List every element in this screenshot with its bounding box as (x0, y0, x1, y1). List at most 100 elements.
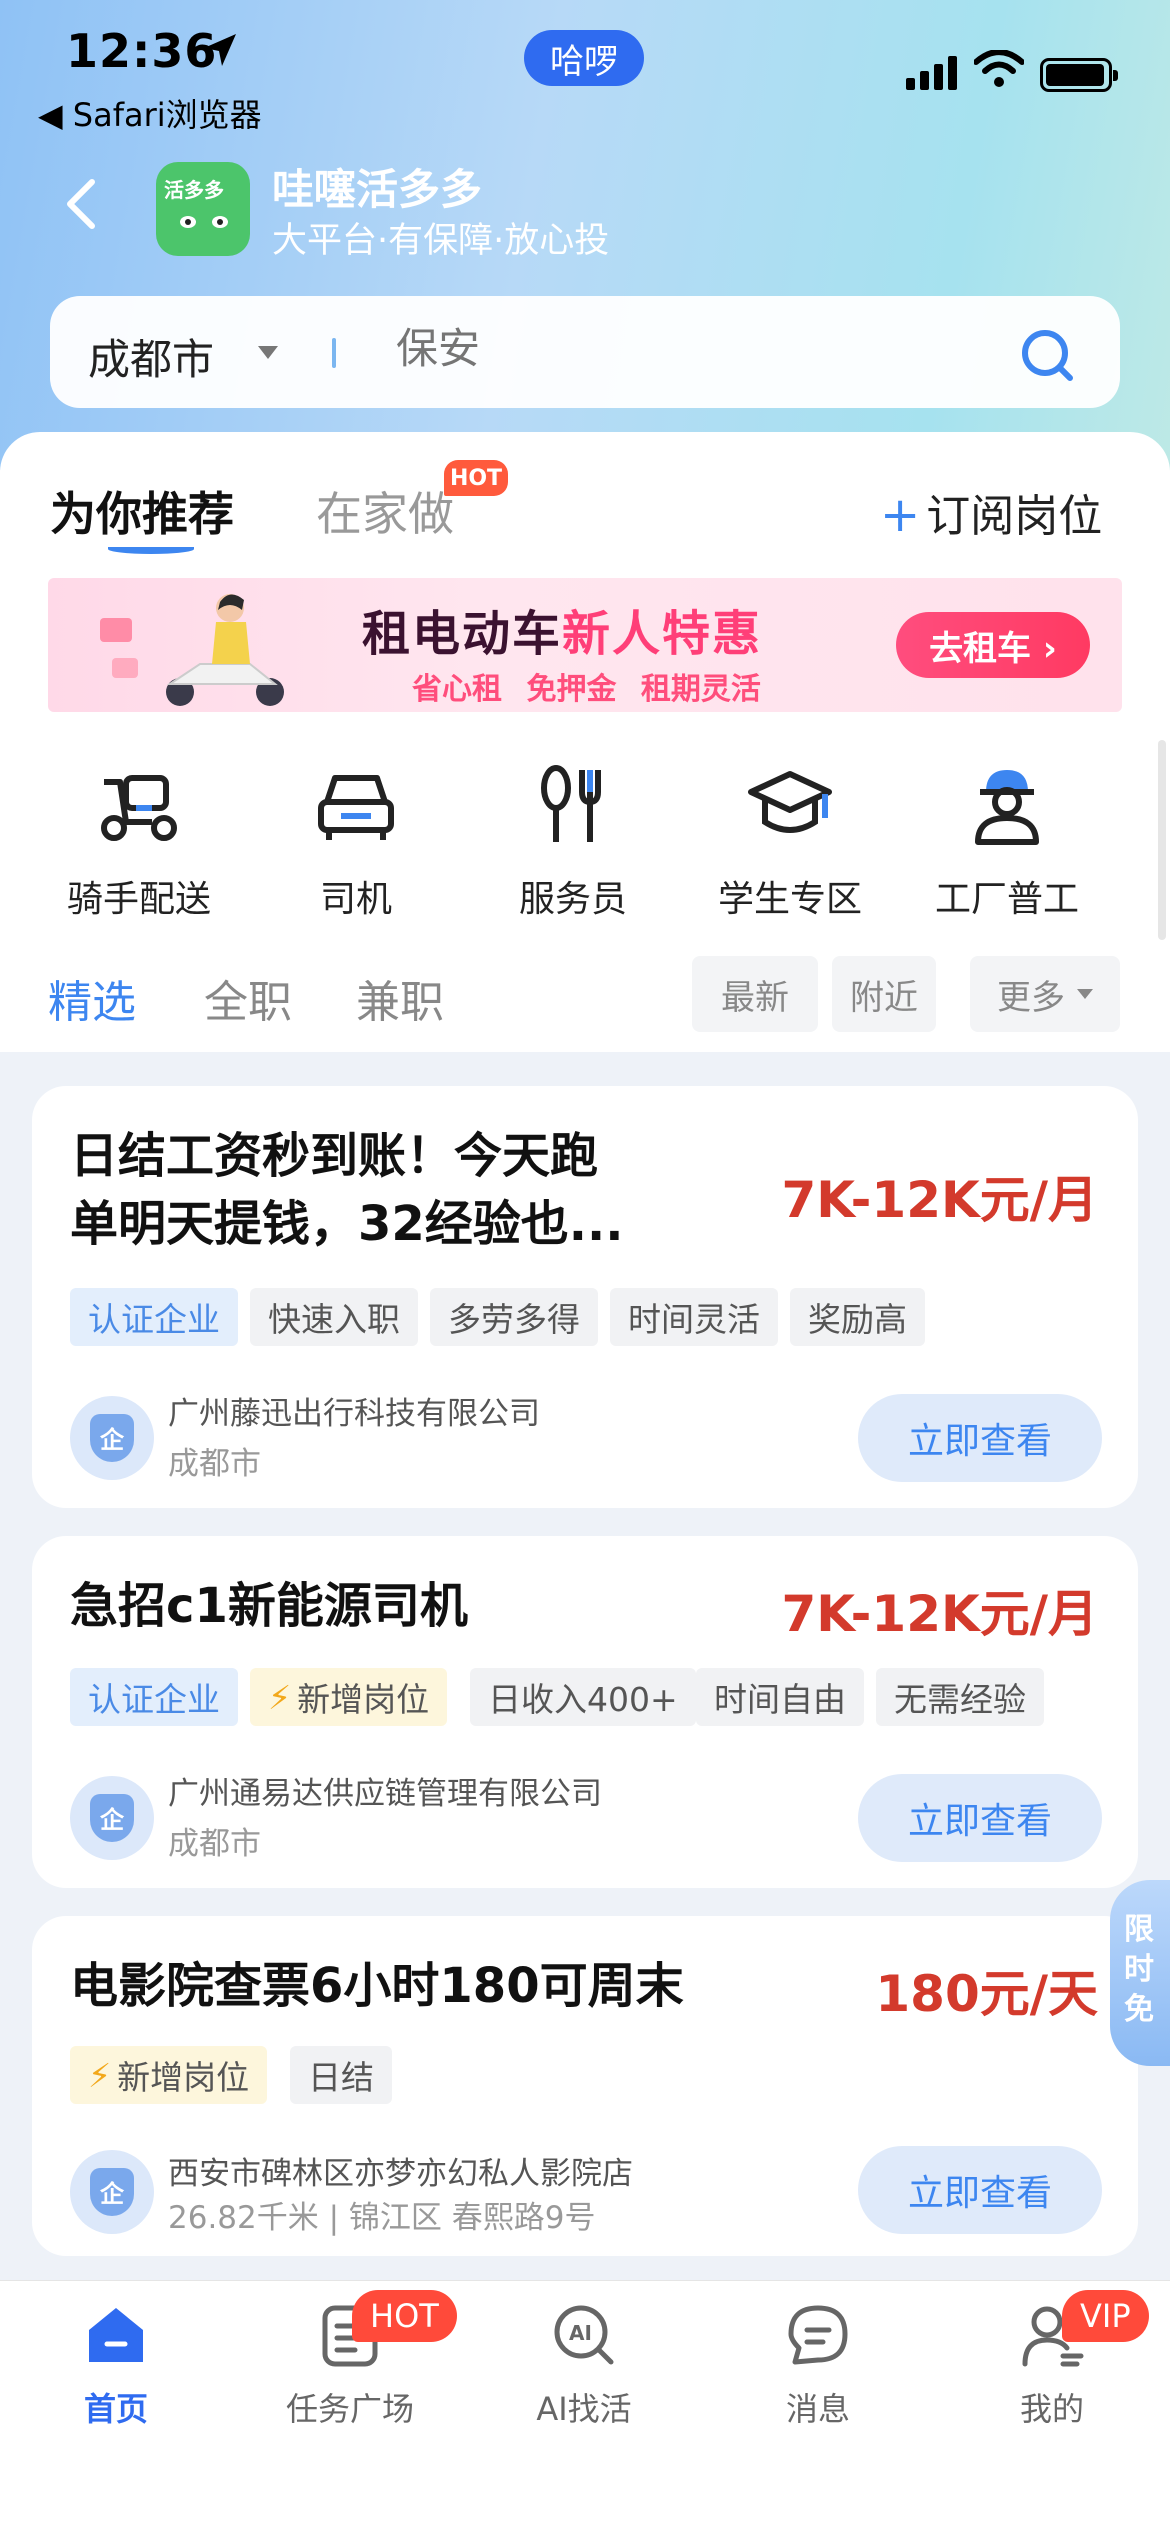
job-tag: 无需经验 (876, 1668, 1044, 1726)
nav-messages[interactable]: 消息 (718, 2300, 918, 2430)
scrollbar[interactable] (1158, 740, 1166, 940)
view-job-button[interactable]: 立即查看 (858, 1774, 1102, 1862)
company-location: 成都市 (168, 1446, 261, 1482)
job-title-line: 单明天提钱，32经验也... (70, 1196, 624, 1252)
job-tag: 奖励高 (790, 1288, 925, 1346)
job-tag: 日收入400+ (470, 1668, 696, 1726)
company-avatar: 企 (70, 2150, 154, 2234)
job-tag-new: ⚡ 新增岗位 (70, 2046, 268, 2104)
tab-recommend[interactable]: 为你推荐 (50, 478, 234, 544)
hot-badge: HOT (352, 2290, 457, 2342)
worker-icon (975, 770, 1039, 845)
banner-title: 租电动车新人特惠 (362, 594, 762, 664)
cutlery-icon (541, 765, 601, 842)
nav-home[interactable]: 首页 (16, 2300, 216, 2430)
job-title[interactable]: 急招c1新能源司机 (70, 1572, 468, 1640)
job-title[interactable]: 日结工资秒到账！今天跑 单明天提钱，32经验也... (70, 1122, 624, 1258)
caret-down-icon (1077, 989, 1093, 999)
view-job-button[interactable]: 立即查看 (858, 2146, 1102, 2234)
banner-title-b: 新人特惠 (562, 606, 763, 662)
job-tag: 时间灵活 (610, 1288, 778, 1346)
plus-icon: + (880, 487, 921, 543)
subscribe-label: 订阅岗位 (926, 491, 1103, 542)
sort-nearby[interactable]: 附近 (832, 956, 936, 1032)
nav-label: 消息 (785, 2390, 850, 2428)
job-title[interactable]: 电影院查票6小时180可周末 (70, 1952, 684, 2020)
avatar-char: 企 (100, 2180, 124, 2208)
job-tag: 时间自由 (696, 1668, 864, 1726)
filter-featured[interactable]: 精选 (48, 966, 136, 1030)
back-chevron-icon[interactable] (60, 176, 100, 232)
hot-badge: HOT (444, 460, 508, 496)
job-tag-new: ⚡ 新增岗位 (250, 1668, 448, 1726)
nav-label: AI找活 (536, 2390, 632, 2428)
company-location: 成都市 (168, 1826, 261, 1862)
lightning-icon: ⚡ (88, 2055, 112, 2095)
more-filters[interactable]: 更多 (970, 956, 1120, 1032)
banner-subtitle: 省心租 免押金 租期灵活 (412, 672, 761, 707)
search-icon[interactable] (1018, 326, 1078, 386)
category-driver[interactable]: 司机 (261, 762, 451, 922)
active-tab-indicator (108, 544, 194, 554)
job-tag: 日结 (290, 2046, 392, 2104)
svg-text:AI: AI (569, 2321, 592, 2345)
company-avatar: 企 (70, 1776, 154, 1860)
company-name: 西安市碑林区亦梦亦幻私人影院店 (168, 2156, 633, 2192)
category-label: 骑手配送 (66, 879, 211, 920)
job-tag: 快速入职 (250, 1288, 418, 1346)
home-icon (89, 2308, 143, 2362)
category-label: 工厂普工 (934, 879, 1079, 920)
view-job-button[interactable]: 立即查看 (858, 1394, 1102, 1482)
back-to-safari[interactable]: ◀ Safari浏览器 (38, 90, 262, 136)
rent-scooter-button[interactable]: 去租车 › (896, 612, 1090, 678)
category-waiter[interactable]: 服务员 (478, 762, 668, 922)
graduation-cap-icon (748, 771, 832, 833)
scooter-rider-illustration (100, 594, 284, 706)
job-salary: 7K-12K元/月 (781, 1171, 1098, 1229)
filter-fulltime[interactable]: 全职 (204, 966, 292, 1030)
nav-ai-search[interactable]: AI AI找活 (484, 2300, 684, 2430)
sort-latest[interactable]: 最新 (692, 956, 818, 1032)
caret-down-icon[interactable] (258, 346, 278, 359)
location-arrow-icon (204, 34, 236, 66)
search-divider (332, 338, 336, 368)
category-label: 服务员 (518, 879, 627, 920)
category-student[interactable]: 学生专区 (695, 762, 885, 922)
company-location: 26.82千米 | 锦江区 春熙路9号 (168, 2200, 596, 2236)
job-tag: 认证企业 (70, 1668, 238, 1726)
subscribe-jobs-button[interactable]: + 订阅岗位 (880, 480, 1102, 544)
job-title-line: 日结工资秒到账！今天跑 (70, 1128, 599, 1184)
app-logo: 活多多 (156, 162, 250, 256)
category-label: 学生专区 (717, 879, 862, 920)
cellular-signal-icon (906, 56, 957, 90)
lightning-icon: ⚡ (268, 1677, 292, 1717)
category-factory[interactable]: 工厂普工 (912, 762, 1102, 922)
job-tag-label: 新增岗位 (297, 1680, 430, 1719)
vip-badge: VIP (1062, 2290, 1149, 2342)
company-name: 广州通易达供应链管理有限公司 (168, 1776, 602, 1812)
logo-text: 活多多 (164, 178, 224, 202)
status-time: 12:36 (66, 24, 218, 78)
job-salary: 7K-12K元/月 (781, 1585, 1098, 1643)
company-name: 广州藤迅出行科技有限公司 (168, 1396, 540, 1432)
category-label: 司机 (319, 879, 392, 920)
ai-search-icon: AI (554, 2305, 614, 2365)
app-name: 哇噻活多多 (272, 165, 483, 214)
tab-home-work[interactable]: 在家做 (316, 478, 454, 544)
nav-label: 首页 (83, 2390, 148, 2428)
nav-label: 任务广场 (285, 2390, 414, 2428)
category-rider[interactable]: 骑手配送 (44, 762, 234, 922)
job-salary: 180元/天 (875, 1965, 1098, 2023)
nav-label: 我的 (1019, 2390, 1084, 2428)
avatar-char: 企 (100, 1426, 124, 1454)
search-input[interactable] (396, 324, 896, 373)
filter-parttime[interactable]: 兼职 (356, 966, 444, 1030)
city-selector[interactable]: 成都市 (88, 326, 214, 387)
hello-pill: 哈啰 (524, 30, 644, 86)
job-tag-label: 新增岗位 (117, 2058, 250, 2097)
job-tag: 多劳多得 (430, 1288, 598, 1346)
limited-time-promo[interactable]: 限时免 (1110, 1880, 1170, 2066)
company-avatar: 企 (70, 1396, 154, 1480)
battery-icon (1040, 58, 1118, 92)
app-slogan: 大平台·有保障·放心投 (272, 221, 610, 261)
